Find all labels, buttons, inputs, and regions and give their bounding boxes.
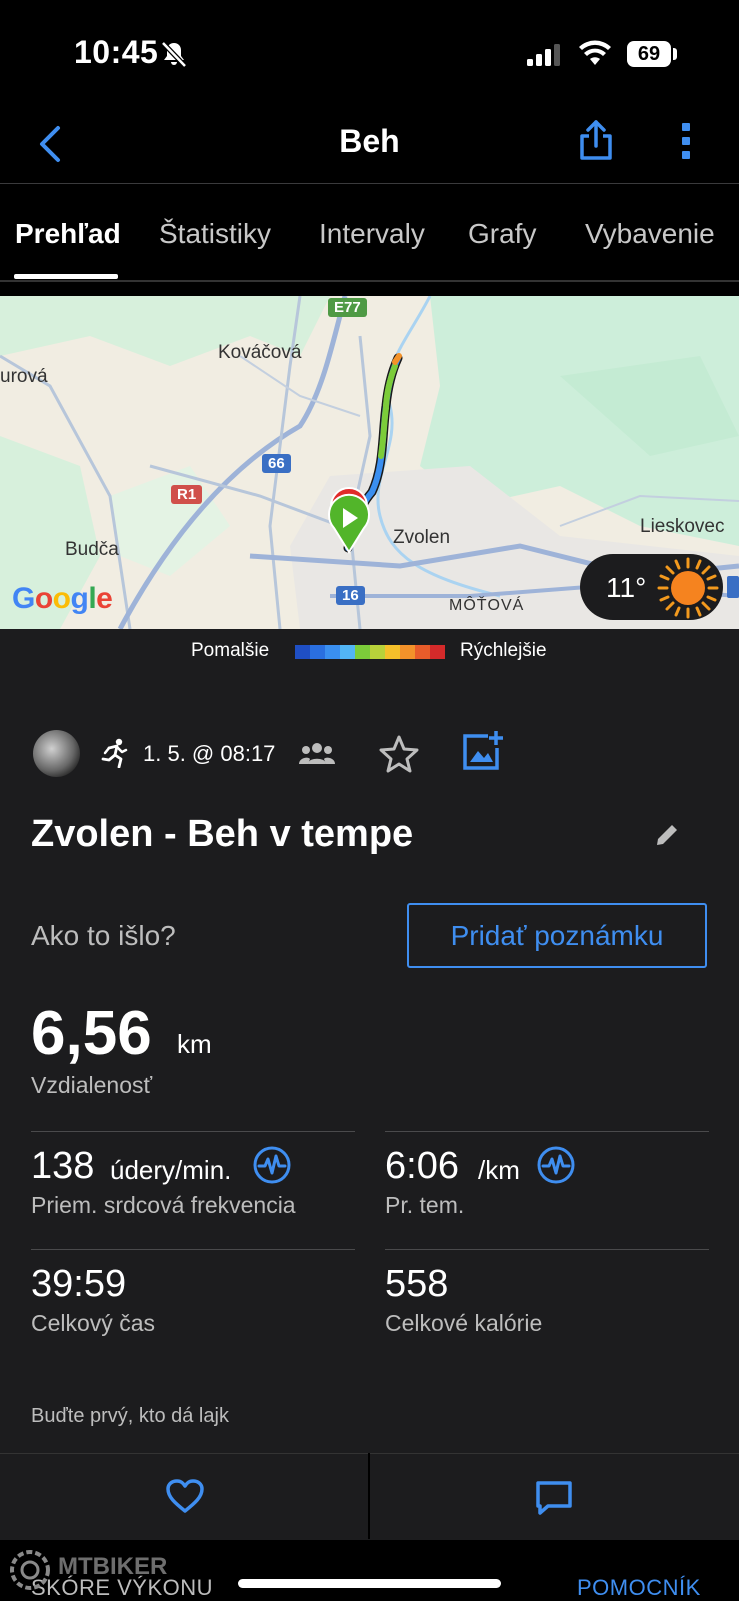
activity-title: Zvolen - Beh v tempe [31,813,414,855]
tab-graphs[interactable]: Grafy [468,218,536,250]
like-button[interactable] [0,1454,368,1540]
running-icon [101,738,128,768]
map-label-budca: Budča [65,539,119,560]
heart-rate-label: Priem. srdcová frekvencia [31,1192,296,1218]
star-icon[interactable] [379,735,419,773]
watermark-text: MTBIKER [58,1553,168,1580]
map-label-zvolen: Zvolen [393,527,451,548]
tab-intervals[interactable]: Intervaly [319,218,425,250]
status-bar: 10:45 69 [0,0,739,105]
home-indicator[interactable] [238,1579,501,1588]
group-icon[interactable] [298,742,336,766]
more-options-icon[interactable] [680,122,692,160]
legend-color-swatch [400,645,415,659]
road-shield-partial [727,576,739,598]
map-label-lieskovec: Lieskovec [640,516,725,537]
legend-color-swatch [430,645,445,659]
map-label-motova: MÔŤOVÁ [449,597,525,614]
heart-rate-chart-icon[interactable] [252,1145,292,1185]
map-label-urova: urová [0,366,48,387]
comment-icon [536,1481,572,1515]
page-title: Beh [339,123,400,159]
tab-statistics[interactable]: Štatistiky [159,218,271,250]
battery-indicator: 69 [627,41,671,67]
heart-rate-value: 138 [31,1145,95,1187]
weather-temperature: 11° [606,572,647,603]
bell-muted-icon [161,41,187,68]
wifi-icon [579,40,611,65]
total-time-label: Celkový čas [31,1310,155,1336]
likes-prompt: Buďte prvý, kto dá lajk [31,1405,229,1427]
road-shield-66: 66 [262,454,291,473]
legend-color-swatch [310,645,325,659]
map-label-kovacova: Kováčová [218,342,302,363]
pace-unit: /km [478,1155,520,1185]
legend-slower-label: Pomalšie [191,640,270,661]
distance-value: 6,56 [31,999,152,1068]
tab-overview[interactable]: Prehľad [15,218,121,250]
road-shield-e77: E77 [328,298,367,317]
calories-value: 558 [385,1263,449,1305]
road-shield-r1: R1 [171,485,203,504]
legend-color-swatch [370,645,385,659]
feedback-prompt: Ako to išlo? [31,920,176,951]
stat-divider [385,1249,709,1250]
signal-icon [527,44,560,66]
heart-rate-unit: údery/min. [110,1155,232,1185]
status-time: 10:45 [74,34,159,70]
stat-divider [31,1249,355,1250]
route-map[interactable]: Kováčová urová Budča Zvolen Lieskovec MÔ… [0,296,739,629]
legend-color-swatch [415,645,430,659]
road-shield-16: 16 [336,586,365,605]
legend-faster-label: Rýchlejšie [460,640,547,661]
legend-color-swatch [355,645,370,659]
active-tab-indicator [14,274,118,279]
activity-datetime: 1. 5. @ 08:17 [143,741,276,766]
pace-chart-icon[interactable] [536,1145,576,1185]
calories-label: Celkové kalórie [385,1310,543,1336]
legend-color-scale [295,645,445,659]
comment-button[interactable] [370,1454,738,1540]
start-end-marker-icon [328,487,370,554]
stat-divider [31,1131,355,1132]
tab-equipment[interactable]: Vybavenie [585,218,715,250]
watermark-logo-icon [10,1550,50,1590]
legend-color-swatch [340,645,355,659]
battery-tip [673,48,677,60]
pace-label: Pr. tem. [385,1192,465,1218]
action-bar-separator [368,1453,370,1539]
edit-pencil-icon[interactable] [654,822,680,848]
assistant-link[interactable]: POMOCNÍK [577,1575,701,1601]
add-note-button[interactable]: Pridať poznámku [407,903,707,968]
pace-value: 6:06 [385,1145,459,1187]
legend-color-swatch [295,645,310,659]
sun-icon [657,557,719,619]
distance-unit: km [177,1029,212,1059]
header-bar: Beh [0,105,739,184]
google-logo: Google [12,582,113,615]
tab-bar: Prehľad Štatistiky Intervaly Grafy Vybav… [0,184,739,282]
stat-divider [385,1131,709,1132]
add-photo-icon[interactable] [462,730,504,772]
legend-color-swatch [325,645,340,659]
avatar[interactable] [33,730,80,777]
legend-color-swatch [385,645,400,659]
pace-legend: Pomalšie Rýchlejšie [0,629,739,673]
heart-icon [166,1479,204,1513]
total-time-value: 39:59 [31,1263,127,1305]
distance-label: Vzdialenosť [31,1072,153,1098]
share-icon[interactable] [578,118,614,162]
